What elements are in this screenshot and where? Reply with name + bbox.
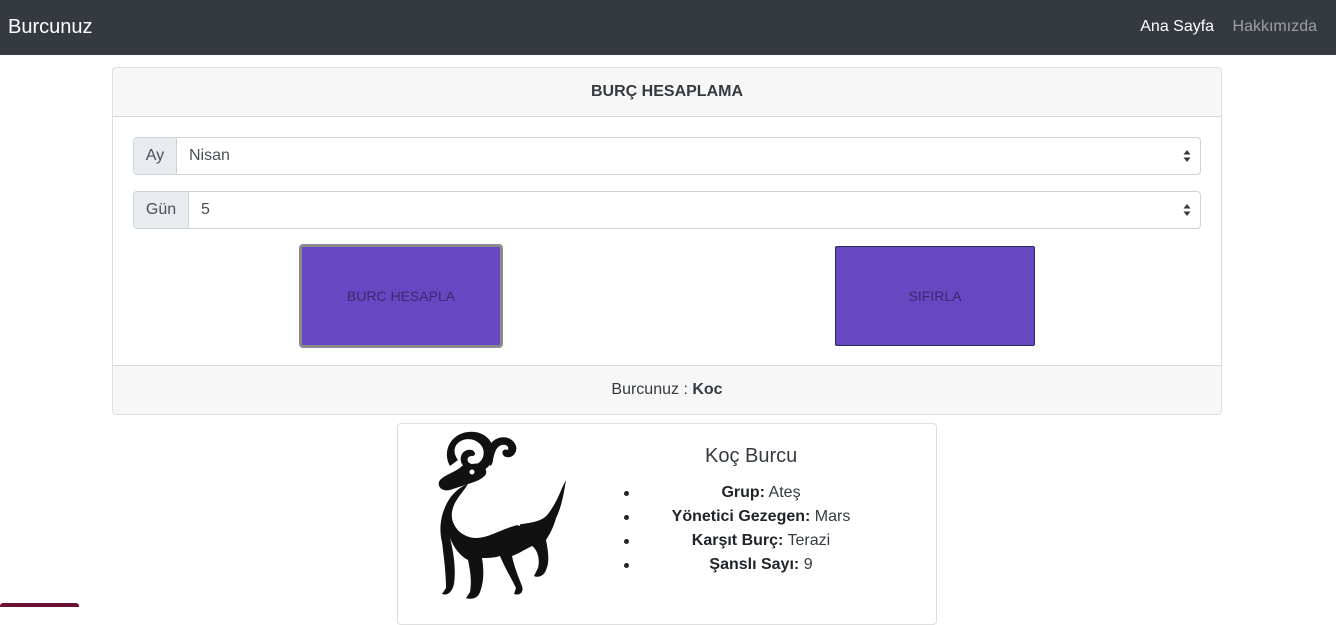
list-item: Yönetici Gezegen: Mars xyxy=(620,505,902,529)
list-item: Karşıt Burç: Terazi xyxy=(620,529,902,553)
day-select[interactable]: Gün 5 xyxy=(133,191,1201,229)
detail-value: Ateş xyxy=(768,484,801,501)
result-footer: Burcunuz : Koc xyxy=(113,365,1221,414)
calculator-title: BURÇ HESAPLAMA xyxy=(113,68,1221,117)
list-item: Grup: Ateş xyxy=(620,481,902,505)
result-label: Burcunuz : xyxy=(611,381,688,398)
sign-details-list: Grup: Ateş Yönetici Gezegen: Mars Karşıt… xyxy=(620,481,902,577)
sign-card: Koç Burcu Grup: Ateş Yönetici Gezegen: M… xyxy=(397,423,937,625)
detail-key: Yönetici Gezegen: xyxy=(671,508,811,525)
nav-link-home[interactable]: Ana Sayfa xyxy=(1140,18,1214,35)
corner-widget[interactable] xyxy=(0,603,79,607)
bullet-icon xyxy=(624,515,629,520)
brand-logo[interactable]: Burcunuz xyxy=(8,14,93,40)
detail-value: Mars xyxy=(814,508,851,525)
result-value: Koc xyxy=(692,381,723,398)
calculator-card: BURÇ HESAPLAMA Ay Nisan Gün 5 BURC HESAP… xyxy=(112,67,1222,415)
month-select[interactable]: Ay Nisan xyxy=(133,137,1201,175)
month-value: Nisan xyxy=(189,147,230,164)
select-caret-icon xyxy=(1183,204,1191,216)
nav-link-about[interactable]: Hakkımızda xyxy=(1233,18,1317,35)
bullet-icon xyxy=(624,539,629,544)
detail-key: Grup: xyxy=(721,484,765,501)
sign-title: Koç Burcu xyxy=(705,445,798,467)
month-label: Ay xyxy=(134,138,177,174)
bullet-icon xyxy=(624,563,629,568)
bullet-icon xyxy=(624,491,629,496)
day-value: 5 xyxy=(201,201,210,218)
day-label: Gün xyxy=(134,192,189,228)
calculate-button[interactable]: BURC HESAPLA xyxy=(299,244,503,348)
reset-button[interactable]: SIFIRLA xyxy=(835,246,1035,346)
detail-value: 9 xyxy=(803,556,813,573)
select-caret-icon xyxy=(1183,150,1191,162)
detail-key: Karşıt Burç: xyxy=(691,532,784,549)
detail-key: Şanslı Sayı: xyxy=(709,556,800,573)
aries-ram-icon xyxy=(438,431,566,599)
nav-links: Ana Sayfa Hakkımızda xyxy=(1126,17,1317,37)
list-item: Şanslı Sayı: 9 xyxy=(620,553,902,577)
detail-value: Terazi xyxy=(787,532,831,549)
navbar: Burcunuz Ana Sayfa Hakkımızda xyxy=(0,0,1336,55)
